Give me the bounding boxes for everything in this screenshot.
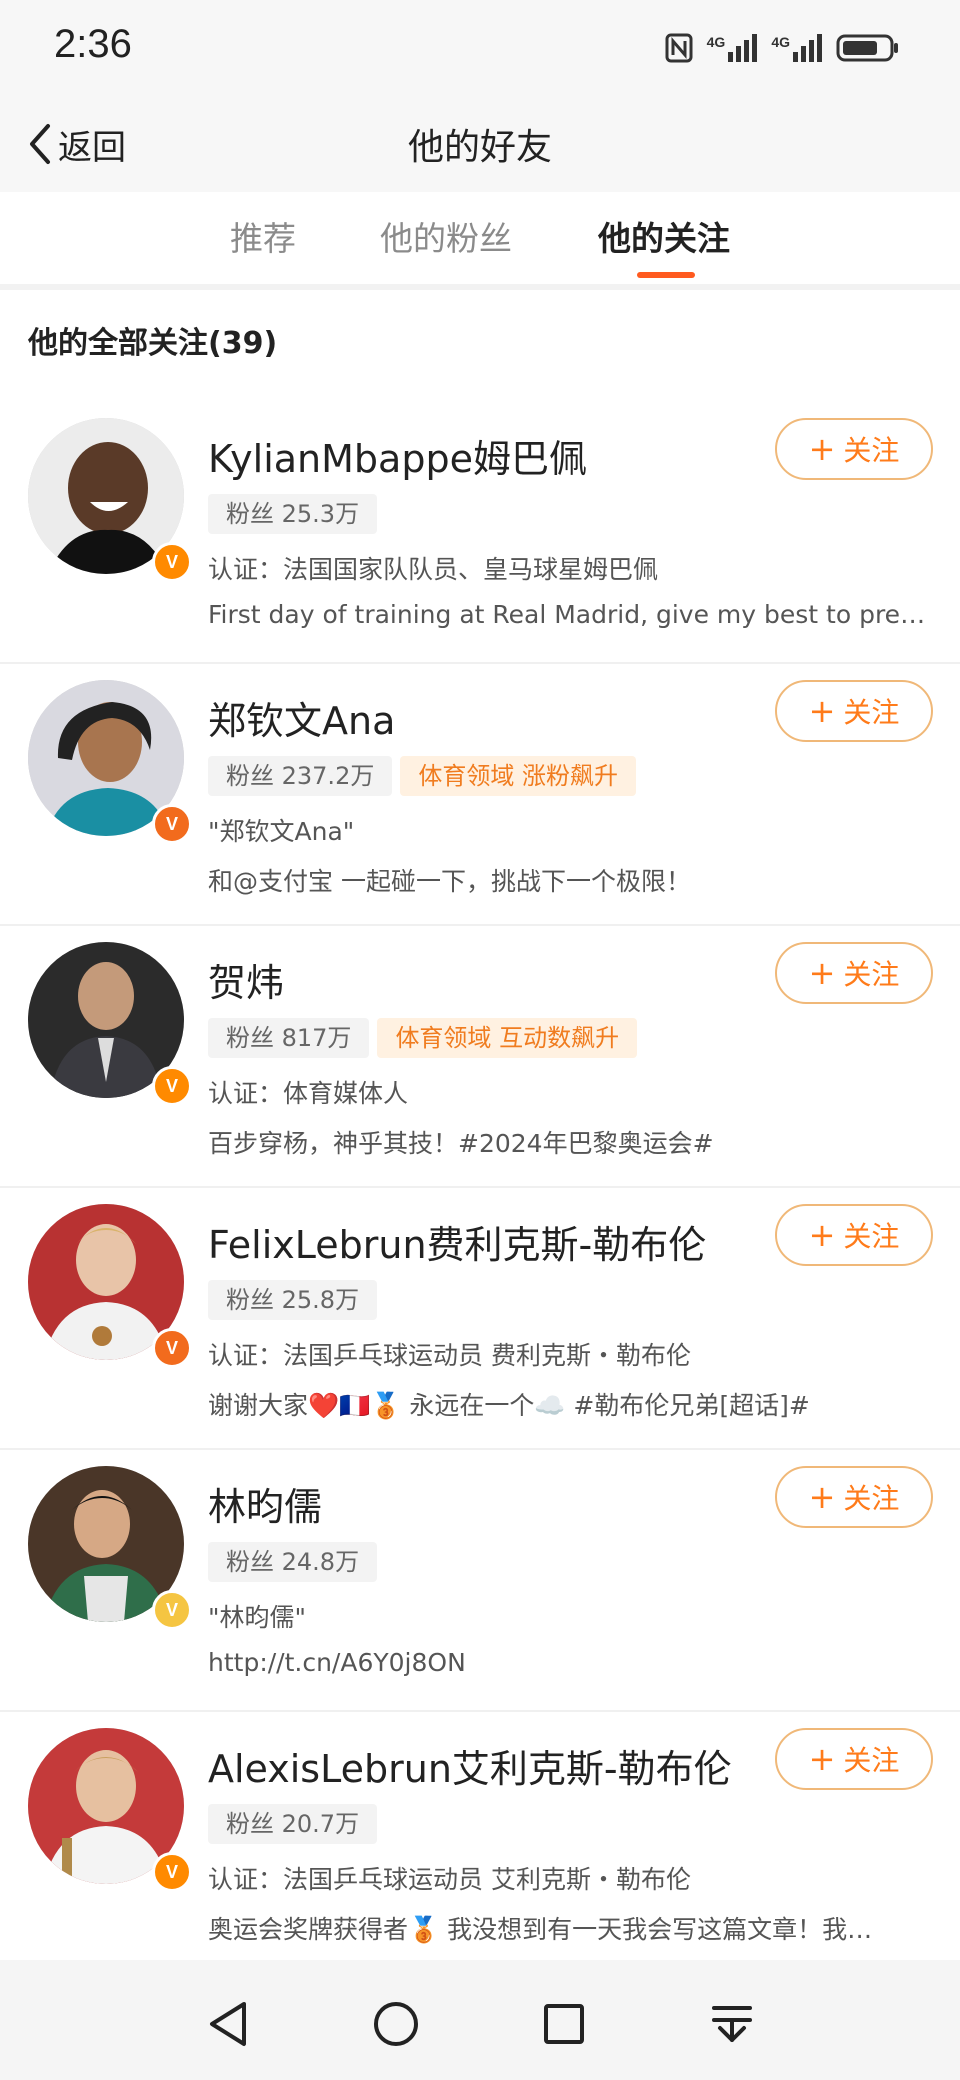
user-name[interactable]: 林昀儒 (208, 1476, 322, 1531)
verified-badge-icon: V (152, 1852, 192, 1892)
user-name[interactable]: 郑钦文Ana (208, 690, 395, 745)
tag-row: 粉丝 25.8万 (208, 1280, 378, 1320)
nfc-icon (665, 33, 693, 63)
user-row[interactable]: V KylianMbappe姆巴佩 + 关注 粉丝 25.3万 认证：法国国家队队… (0, 402, 960, 664)
plus-icon: + (808, 1740, 836, 1778)
verified-badge-icon: V (152, 1066, 192, 1106)
fans-count: 粉丝 25.8万 (208, 1280, 378, 1320)
user-verification: 认证：法国乒乓球运动员 费利克斯・勒布伦 (208, 1341, 691, 1370)
verified-badge-icon: V (152, 804, 192, 844)
user-name[interactable]: AlexisLebrun艾利克斯-勒布伦 (208, 1738, 732, 1793)
tab-his-fans[interactable]: 他的粉丝 (380, 212, 512, 260)
user-row[interactable]: V FelixLebrun费利克斯-勒布伦 + 关注 粉丝 25.8万 认证：法国… (0, 1188, 960, 1450)
tab-bar: 推荐 他的粉丝 他的关注 (0, 192, 960, 290)
fans-count: 粉丝 817万 (208, 1018, 370, 1058)
nav-header: 返回 他的好友 (0, 96, 960, 193)
section-title: 他的全部关注(39) (28, 326, 278, 361)
plus-icon: + (808, 430, 836, 468)
user-row[interactable]: V 贺炜 + 关注 粉丝 817万 体育领域 互动数飙升 认证：体育媒体人 百步穿… (0, 926, 960, 1188)
tag-row: 粉丝 817万 体育领域 互动数飙升 (208, 1018, 638, 1058)
user-latest-post: 百步穿杨，神乎其技！#2024年巴黎奥运会# (208, 1129, 714, 1158)
signal-4g-icon: 4G (707, 34, 758, 62)
tab-recommend[interactable]: 推荐 (230, 212, 296, 260)
user-verification: 认证：体育媒体人 (208, 1079, 409, 1108)
trending-tag[interactable]: 体育领域 互动数飙升 (377, 1018, 638, 1058)
plus-icon: + (808, 954, 836, 992)
square-recent-icon (544, 2004, 584, 2044)
nav-back-button[interactable] (200, 1996, 256, 2052)
status-time: 2:36 (54, 22, 132, 66)
verified-badge-icon: V (152, 1328, 192, 1368)
follow-button[interactable]: + 关注 (775, 1466, 933, 1528)
active-tab-indicator (637, 272, 695, 278)
system-nav-bar (0, 1960, 960, 2080)
fans-count: 粉丝 24.8万 (208, 1542, 378, 1582)
verified-badge-icon: V (152, 542, 192, 582)
user-row[interactable]: V 郑钦文Ana + 关注 粉丝 237.2万 体育领域 涨粉飙升 "郑钦文Ana… (0, 664, 960, 926)
follow-button[interactable]: + 关注 (775, 418, 933, 480)
user-row[interactable]: V AlexisLebrun艾利克斯-勒布伦 + 关注 粉丝 20.7万 认证：法… (0, 1712, 960, 1974)
tag-row: 粉丝 20.7万 (208, 1804, 378, 1844)
user-verification: "林昀儒" (208, 1603, 306, 1632)
circle-home-icon (374, 2002, 418, 2046)
trending-tag[interactable]: 体育领域 涨粉飙升 (400, 756, 636, 796)
user-verification: 认证：法国国家队队员、皇马球星姆巴佩 (208, 555, 659, 584)
user-latest-post: 和@支付宝 一起碰一下，挑战下一个极限！ (208, 867, 691, 896)
follow-list: V KylianMbappe姆巴佩 + 关注 粉丝 25.3万 认证：法国国家队队… (0, 402, 960, 1974)
battery-icon (836, 34, 898, 62)
fans-count: 粉丝 237.2万 (208, 756, 393, 796)
status-bar: 2:36 4G 4G (0, 0, 960, 96)
user-latest-post[interactable]: http://t.cn/A6Y0j8ON (208, 1648, 938, 1677)
tag-row: 粉丝 237.2万 体育领域 涨粉飙升 (208, 756, 636, 796)
user-row[interactable]: V 林昀儒 + 关注 粉丝 24.8万 "林昀儒" http://t.cn/A6Y… (0, 1450, 960, 1712)
follow-button[interactable]: + 关注 (775, 942, 933, 1004)
user-latest-post: First day of training at Real Madrid, gi… (208, 600, 938, 629)
user-verification: 认证：法国乒乓球运动员 艾利克斯・勒布伦 (208, 1865, 691, 1894)
user-latest-post: 谢谢大家❤️🇫🇷🥉 永远在一个☁️ #勒布伦兄弟[超话]# (208, 1391, 810, 1420)
fans-count: 粉丝 25.3万 (208, 494, 378, 534)
page-title: 他的好友 (407, 127, 552, 168)
status-icons: 4G 4G (665, 26, 900, 70)
follow-button[interactable]: + 关注 (775, 1204, 933, 1266)
tab-his-follows[interactable]: 他的关注 (598, 212, 730, 260)
triangle-back-icon (210, 2002, 246, 2046)
fans-count: 粉丝 20.7万 (208, 1804, 378, 1844)
follow-button[interactable]: + 关注 (775, 680, 933, 742)
nav-recent-button[interactable] (536, 1996, 592, 2052)
follow-button[interactable]: + 关注 (775, 1728, 933, 1790)
nav-home-button[interactable] (368, 1996, 424, 2052)
user-name[interactable]: 贺炜 (208, 952, 284, 1007)
tag-row: 粉丝 24.8万 (208, 1542, 378, 1582)
plus-icon: + (808, 1216, 836, 1254)
user-name[interactable]: FelixLebrun费利克斯-勒布伦 (208, 1214, 706, 1269)
menu-down-icon (712, 2006, 752, 2042)
verified-badge-icon: V (152, 1590, 192, 1630)
user-name[interactable]: KylianMbappe姆巴佩 (208, 428, 587, 483)
plus-icon: + (808, 692, 836, 730)
nav-menu-button[interactable] (704, 1996, 760, 2052)
signal-4g-icon-2: 4G (771, 34, 822, 62)
tag-row: 粉丝 25.3万 (208, 494, 378, 534)
user-latest-post: 奥运会奖牌获得者🥉 我没想到有一天我会写这篇文章！我… (208, 1915, 873, 1944)
user-verification: "郑钦文Ana" (208, 817, 355, 846)
plus-icon: + (808, 1478, 836, 1516)
